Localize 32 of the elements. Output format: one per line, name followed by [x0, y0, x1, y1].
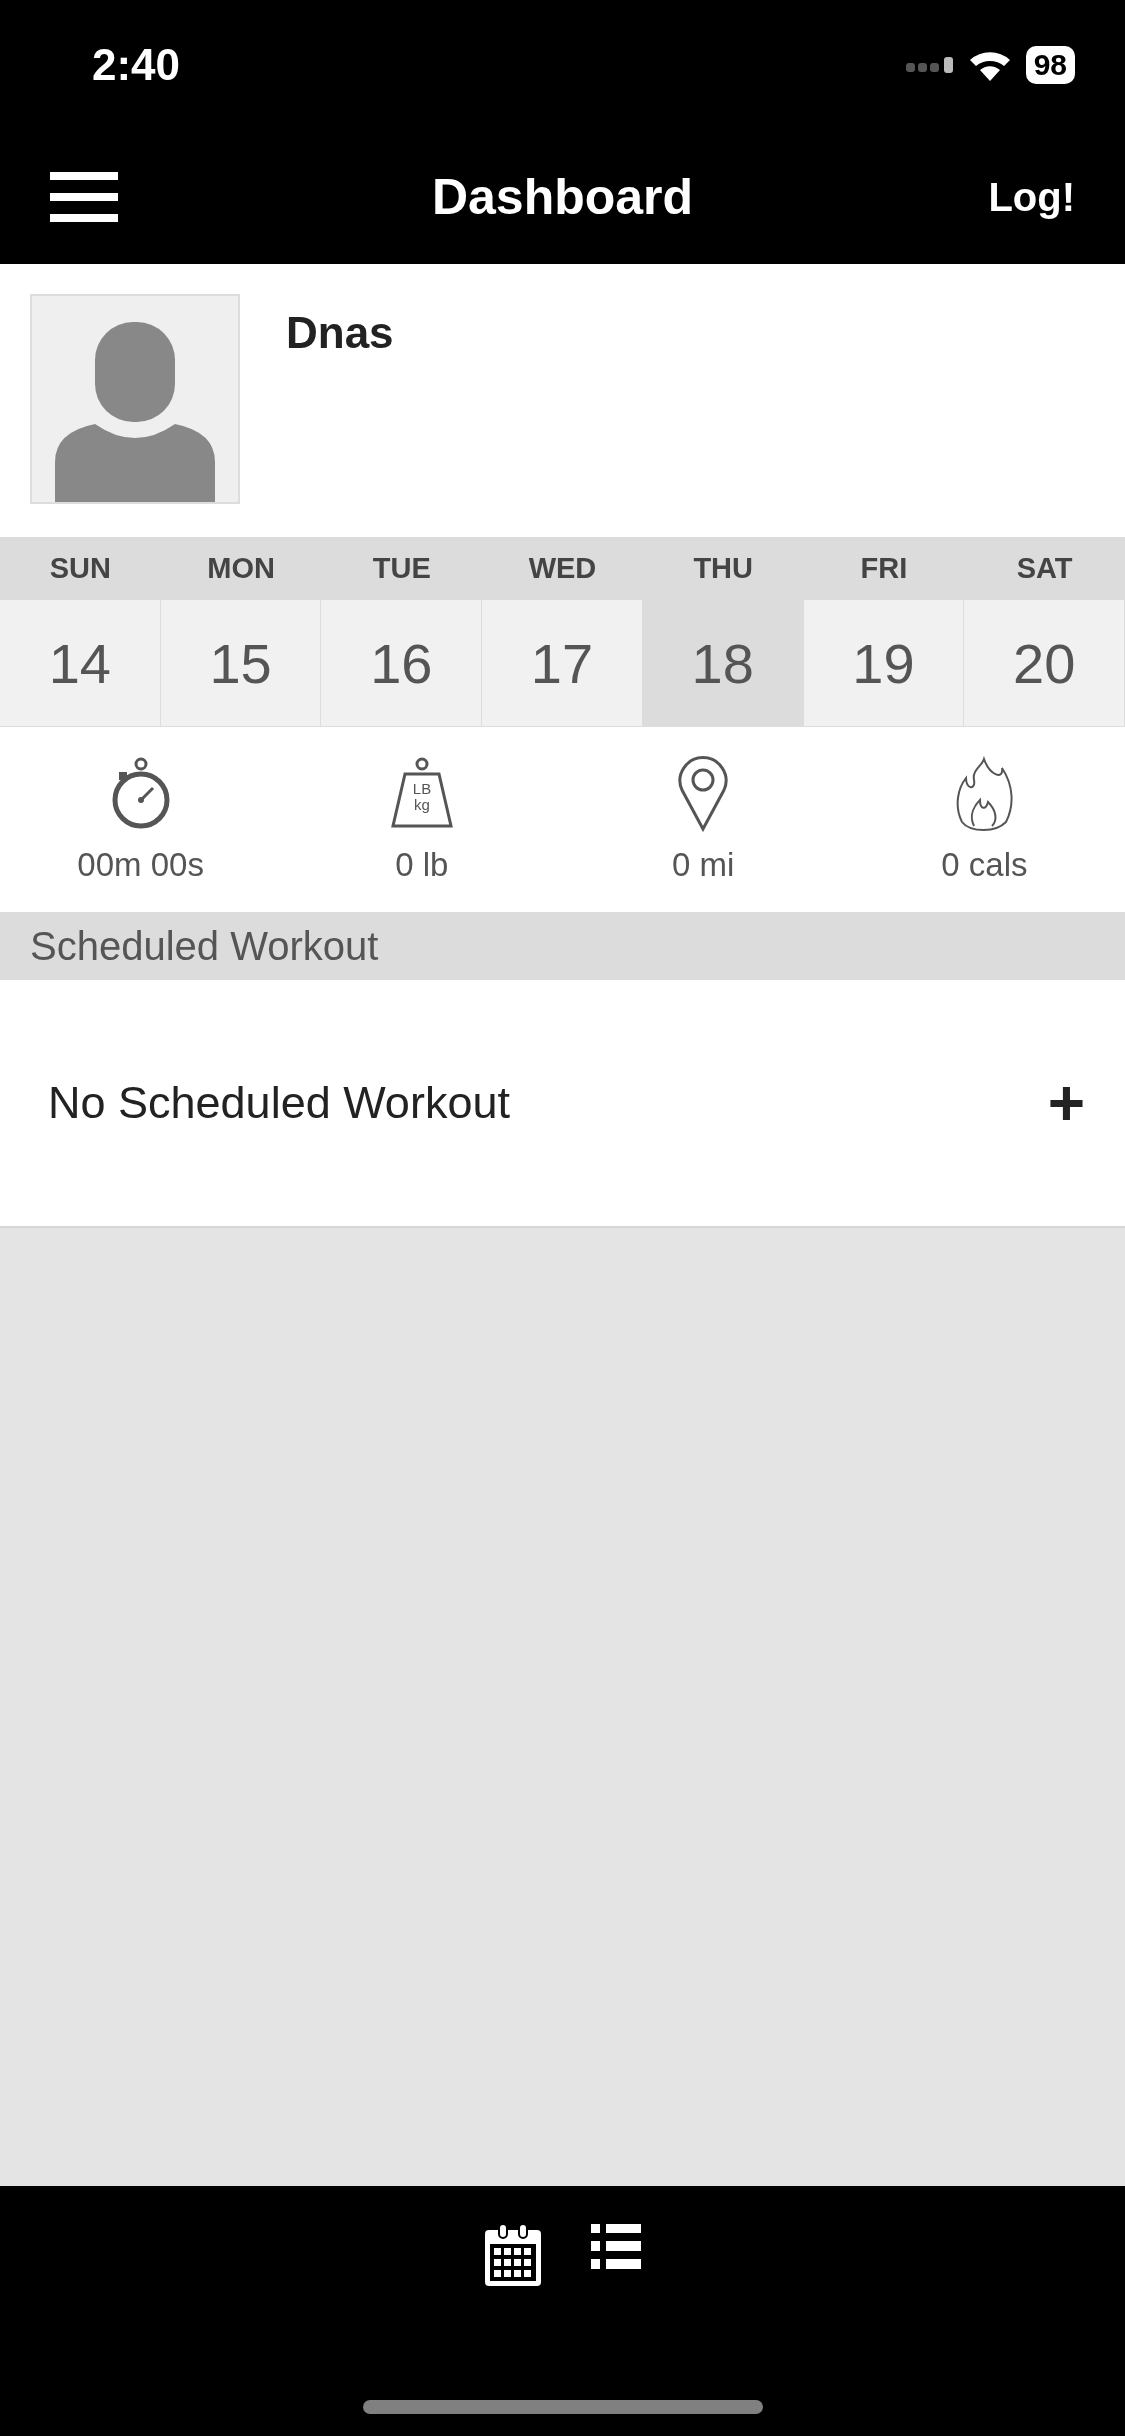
- weekday-label: WED: [527, 552, 598, 585]
- weekday-label: TUE: [371, 552, 432, 585]
- user-name: Dnas: [286, 308, 394, 359]
- empty-message: No Scheduled Workout: [48, 1077, 510, 1129]
- weekday-label: FRI: [859, 552, 909, 585]
- weekday-label: THU: [692, 552, 754, 585]
- calendar-icon[interactable]: [484, 2224, 541, 2286]
- date-cell[interactable]: 15: [160, 600, 322, 726]
- weekday-label: MON: [206, 552, 276, 585]
- weekday-label: SAT: [1015, 552, 1074, 585]
- stat-value: 00m 00s: [77, 845, 204, 884]
- signal-icon: [905, 57, 954, 73]
- date-cell[interactable]: 19: [803, 600, 965, 726]
- date-cell[interactable]: 20: [964, 600, 1125, 726]
- section-title: Scheduled Workout: [30, 923, 379, 969]
- list-icon[interactable]: [590, 2224, 641, 2270]
- log-button[interactable]: Log!: [988, 174, 1075, 220]
- date-cell[interactable]: 18: [642, 600, 804, 726]
- battery-level: 98: [1025, 46, 1075, 84]
- stat-value: 0 lb: [395, 845, 449, 884]
- date-cell[interactable]: 16: [321, 600, 483, 726]
- menu-icon[interactable]: [50, 172, 118, 222]
- add-button[interactable]: +: [1047, 1066, 1085, 1140]
- status-time: 2:40: [92, 40, 181, 90]
- flame-icon: [954, 755, 1015, 832]
- date-cell[interactable]: 17: [482, 600, 643, 726]
- page-title: Dashboard: [431, 168, 694, 226]
- date-cell[interactable]: 14: [0, 600, 161, 726]
- location-pin-icon: [676, 755, 731, 832]
- stat-value: 0 mi: [671, 845, 735, 884]
- weekday-label: SUN: [48, 552, 112, 585]
- stat-value: 0 cals: [941, 845, 1028, 884]
